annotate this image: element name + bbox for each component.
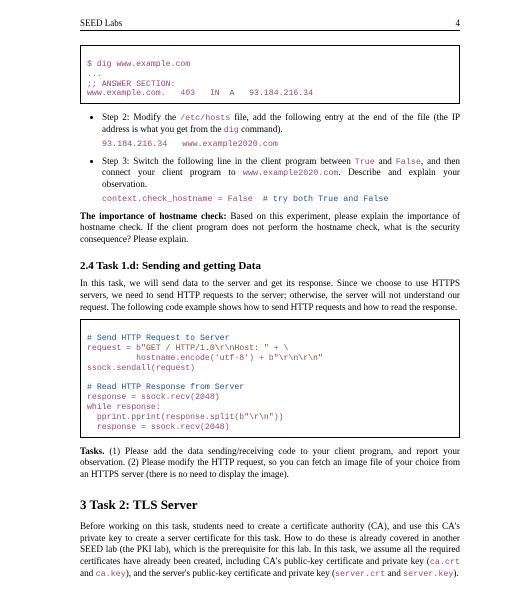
inline-code: True <box>355 157 375 167</box>
content-area: SEED Labs 4 $ dig www.example.com ... ;;… <box>80 18 460 586</box>
code-line: ;; ANSWER SECTION: <box>87 80 175 89</box>
inline-code: dig <box>224 125 239 135</box>
code-line: ... <box>87 70 102 79</box>
code-line: pprint.pprint(response.split(b"\r\n")) <box>87 413 284 422</box>
text: and <box>385 568 403 578</box>
code-line: response = ssock.recv(2048) <box>87 423 230 432</box>
page-number: 4 <box>456 18 461 28</box>
dig-output-block: $ dig www.example.com ... ;; ANSWER SECT… <box>80 45 460 104</box>
header-title: SEED Labs <box>80 18 122 28</box>
code-comment: # Read HTTP Response from Server <box>87 383 244 392</box>
step-3: Step 3: Switch the following line in the… <box>102 156 460 205</box>
text: Before working on this task, students ne… <box>80 521 460 566</box>
page: SEED Labs 4 $ dig www.example.com ... ;;… <box>0 0 530 595</box>
section-heading-1d: 2.4 Task 1.d: Sending and getting Data <box>80 260 460 272</box>
step-2: Step 2: Modify the /etc/hosts file, add … <box>102 112 460 150</box>
inline-code: /etc/hosts <box>180 113 230 123</box>
running-header: SEED Labs 4 <box>80 18 460 31</box>
bold-lead: Tasks. <box>80 446 104 456</box>
text: ), and the server's public-key certifica… <box>126 568 335 578</box>
inline-code: False <box>396 157 421 167</box>
text: and <box>375 156 396 166</box>
code-comment: # Send HTTP Request to Server <box>87 334 230 343</box>
code-line: while response: <box>87 403 161 412</box>
inline-code: ca.key <box>96 569 126 579</box>
inline-code: www.example2020.com <box>243 168 339 178</box>
text: command). <box>239 124 283 134</box>
code-line: www.example.com. 403 IN A 93.184.216.34 <box>87 89 313 98</box>
text: (1) Please add the data sending/receivin… <box>80 446 460 480</box>
hosts-entry-code: 93.184.216.34 www.example2020.com <box>102 139 460 150</box>
code-line: response = ssock.recv(2048) <box>87 393 220 402</box>
task2-paragraph: Before working on this task, students ne… <box>80 521 460 580</box>
code-line: hostname.encode('utf-8') + b"\r\n\r\n" <box>87 354 323 363</box>
http-code-block: # Send HTTP Request to Server request = … <box>80 319 460 437</box>
tasks-paragraph: Tasks. (1) Please add the data sending/r… <box>80 446 460 481</box>
section-heading-task2: 3 Task 2: TLS Server <box>80 497 460 513</box>
text: ). <box>453 568 458 578</box>
text: and <box>80 568 96 578</box>
check-hostname-code: context.check_hostname = False # try bot… <box>102 194 460 205</box>
code-line: $ dig www.example.com <box>87 60 190 69</box>
inline-code: server.key <box>403 569 453 579</box>
importance-paragraph: The importance of hostname check: Based … <box>80 211 460 246</box>
code-line: request = b"GET / HTTP/1.0\r\nHost: " + … <box>87 344 288 353</box>
steps-list: Step 2: Modify the /etc/hosts file, add … <box>80 112 460 205</box>
task1d-intro: In this task, we will send data to the s… <box>80 278 460 313</box>
bold-lead: The importance of hostname check: <box>80 211 227 221</box>
inline-code: ca.crt <box>430 557 460 567</box>
text: Step 2: Modify the <box>102 112 180 122</box>
text: Step 3: Switch the following line in the… <box>102 156 355 166</box>
code-line: ssock.sendall(request) <box>87 364 195 373</box>
inline-code: server.crt <box>335 569 385 579</box>
